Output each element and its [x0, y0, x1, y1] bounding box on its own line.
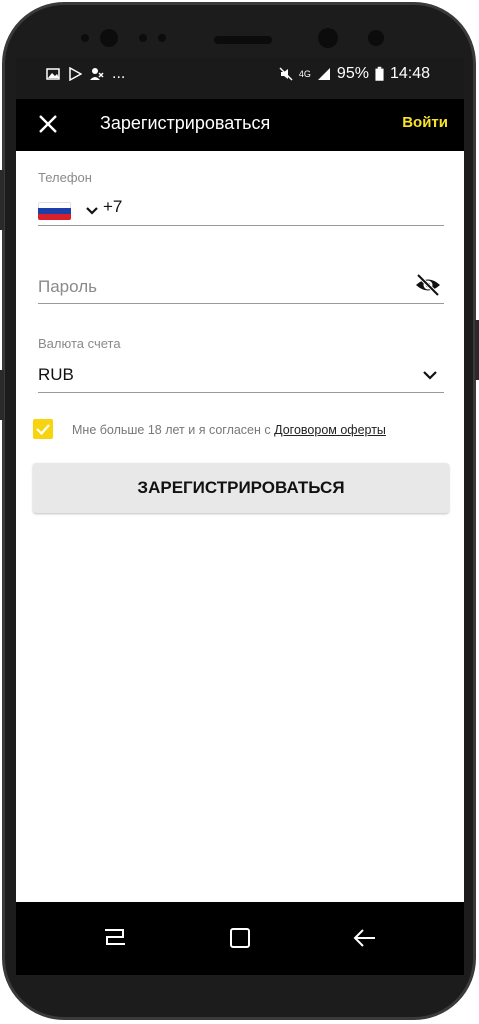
currency-underline [38, 392, 444, 393]
currency-chevron-down-icon[interactable] [420, 365, 440, 385]
password-underline [38, 303, 444, 304]
back-icon[interactable] [351, 924, 379, 952]
register-button[interactable]: ЗАРЕГИСТРИРОВАТЬСЯ [33, 463, 449, 513]
network-type: 4G [298, 68, 311, 79]
agree-text-label: Мне больше 18 лет и я согласен с [72, 423, 271, 437]
recent-apps-icon[interactable] [101, 924, 129, 952]
phone-input[interactable]: +7 [103, 197, 122, 217]
more-notifications: ... [112, 65, 126, 82]
battery-icon [375, 66, 384, 81]
power-button [475, 320, 479, 380]
checkmark-icon [36, 424, 50, 436]
close-icon[interactable] [36, 112, 60, 136]
volume-button [0, 170, 4, 230]
password-input[interactable] [38, 275, 398, 299]
mute-icon [279, 67, 293, 81]
navigation-bar [16, 902, 464, 975]
currency-select[interactable]: RUB [38, 365, 74, 385]
signal-icon [317, 68, 330, 80]
screen: ... 4G 95% 14:48 Зарегистрироваться Войт… [16, 57, 464, 975]
home-icon[interactable] [226, 924, 254, 952]
agree-text: Мне больше 18 лет и я согласен с Договор… [72, 423, 386, 437]
missed-call-icon [90, 68, 104, 80]
country-chevron-down-icon[interactable] [85, 204, 99, 218]
offer-agreement-link[interactable]: Договором оферты [274, 423, 386, 437]
eye-off-icon[interactable] [414, 273, 442, 297]
russia-flag-icon[interactable] [38, 202, 71, 220]
agree-checkbox[interactable] [33, 419, 53, 439]
app-bar: Зарегистрироваться Войти [16, 99, 464, 151]
page-title: Зарегистрироваться [100, 113, 271, 133]
phone-underline [38, 225, 444, 226]
status-bar: ... 4G 95% 14:48 [16, 57, 464, 99]
battery-percent: 95% [336, 65, 369, 82]
play-store-icon [69, 67, 82, 81]
login-button[interactable]: Войти [402, 114, 448, 131]
earpiece-speaker [214, 36, 272, 44]
currency-label: Валюта счета [38, 336, 121, 351]
bixby-button [0, 370, 4, 420]
image-icon [46, 68, 60, 80]
phone-label: Телефон [38, 170, 92, 185]
status-time: 14:48 [389, 65, 430, 82]
